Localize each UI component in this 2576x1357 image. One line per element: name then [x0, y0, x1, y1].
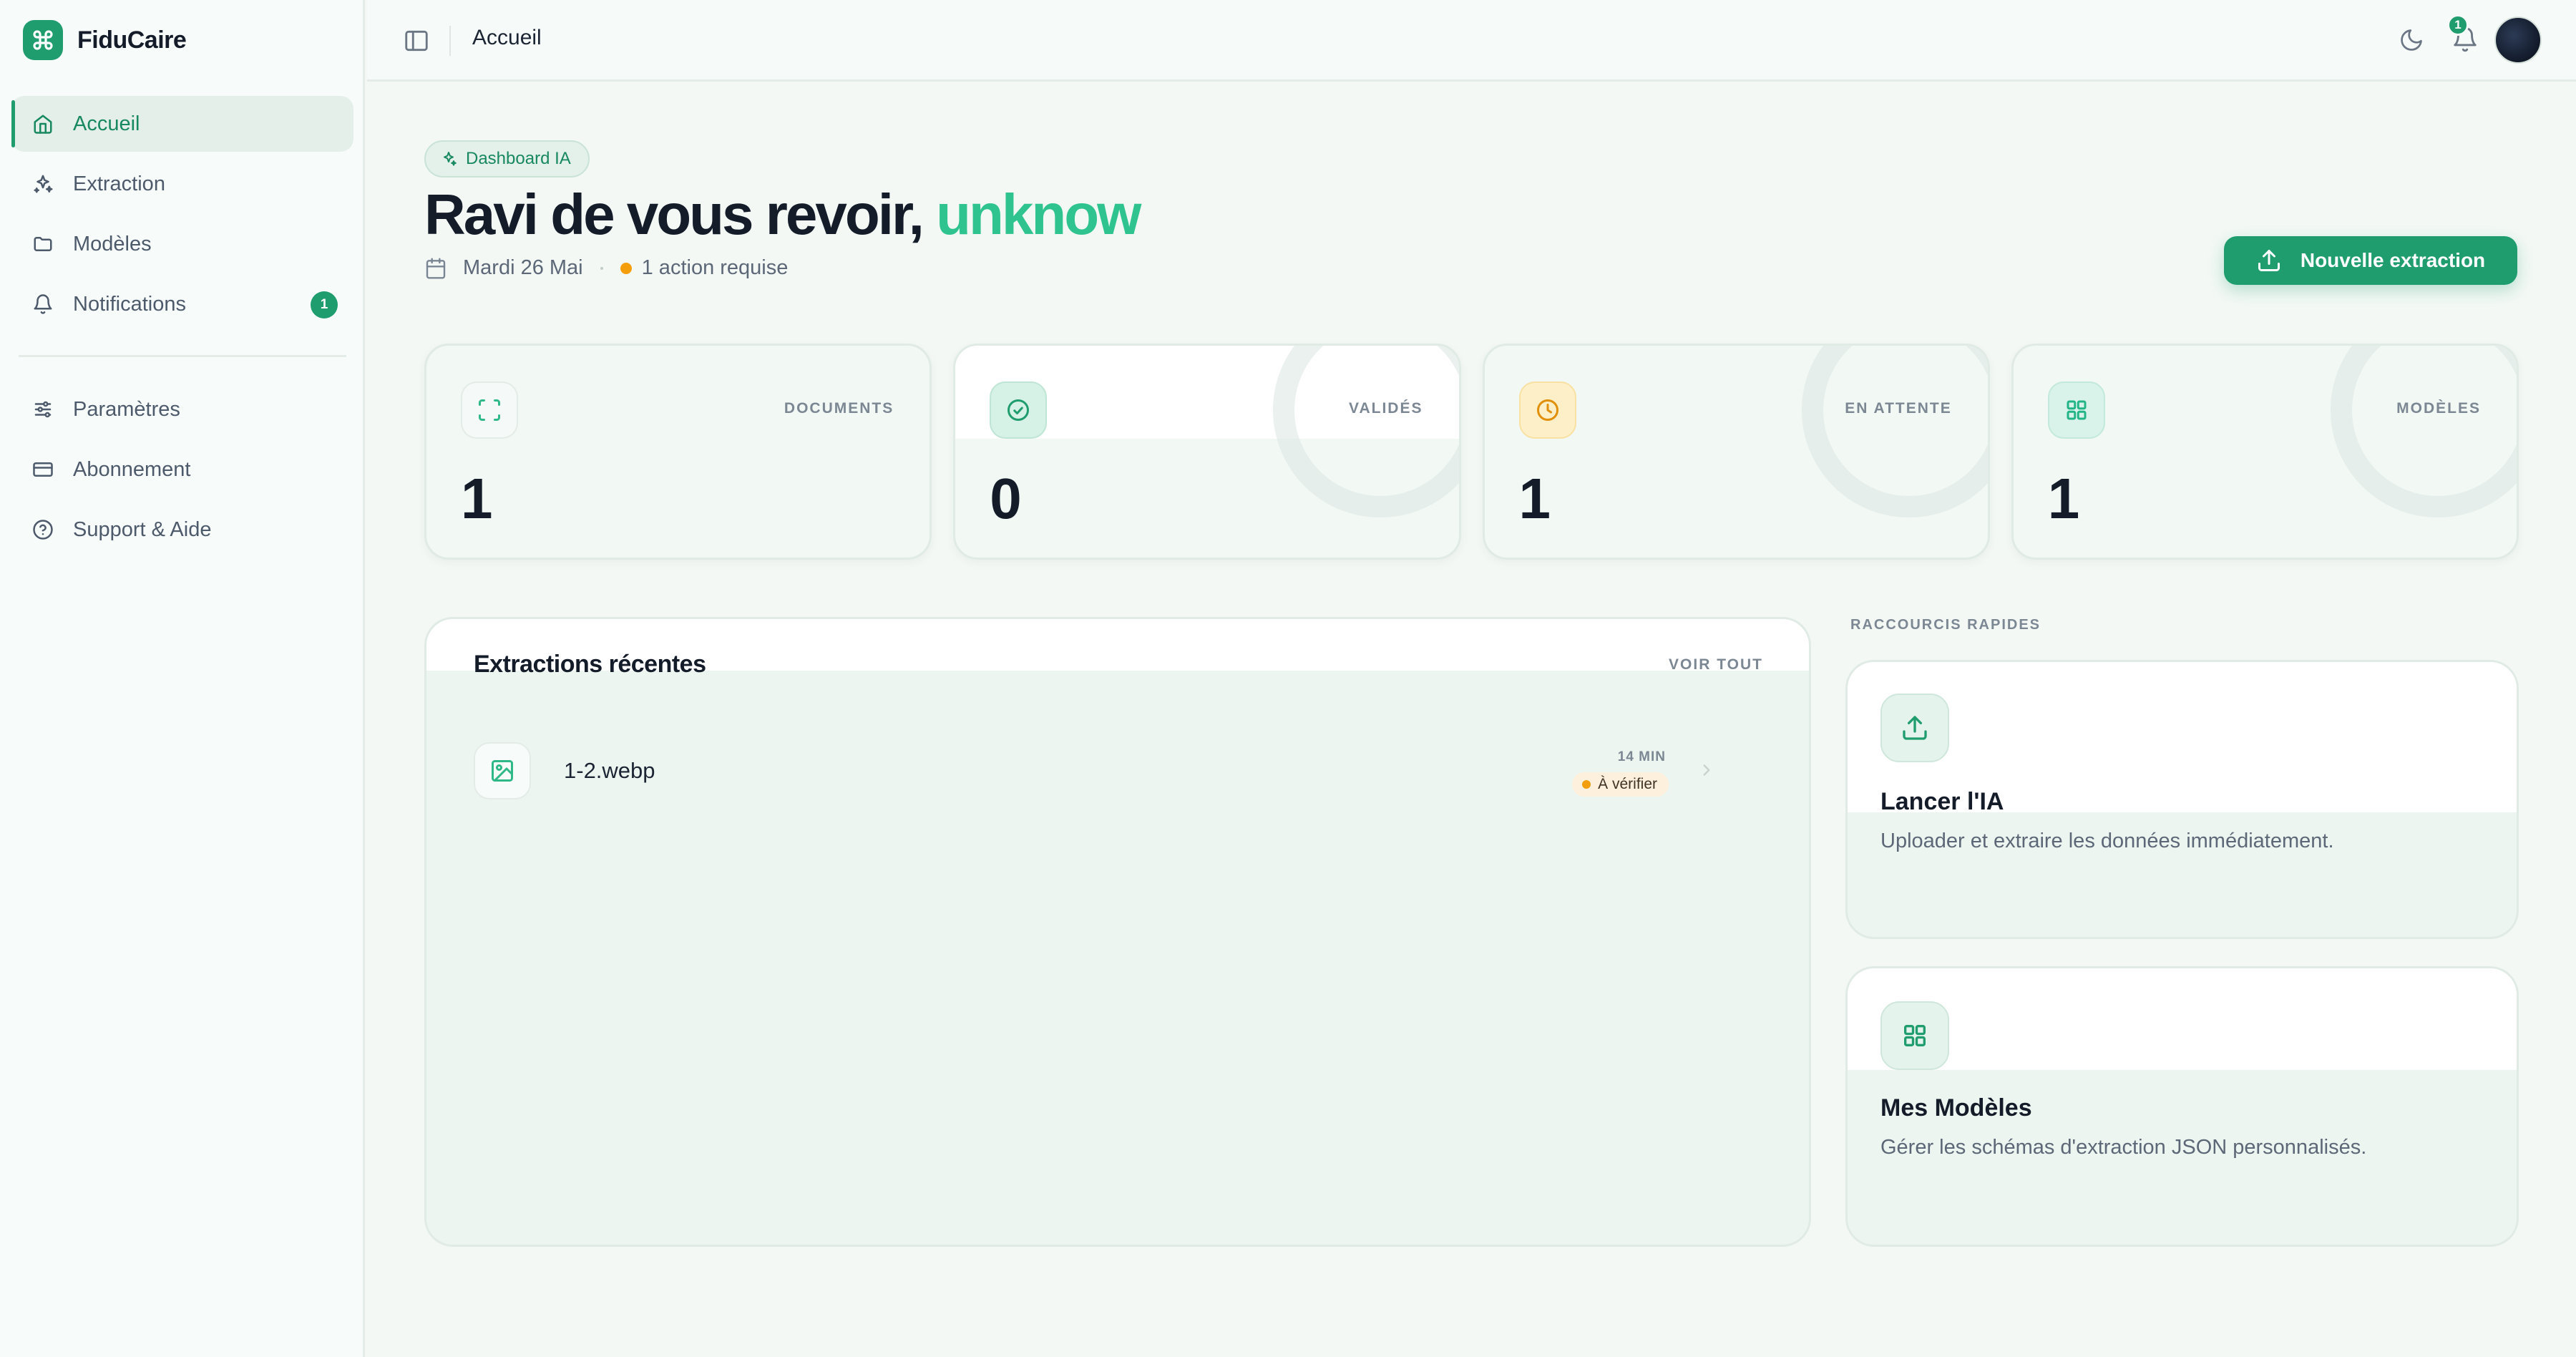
current-date: Mardi 26 Mai [463, 256, 583, 279]
see-all-link[interactable]: VOIR TOUT [1669, 656, 1763, 673]
pill-label: Dashboard IA [466, 149, 571, 168]
recent-extractions-title: Extractions récentes [474, 651, 706, 678]
stat-value: 1 [1518, 467, 1551, 530]
sidebar: FiduCaire Accueil Extraction Modèles Not… [0, 0, 365, 1357]
sidebar-nav: Accueil Extraction Modèles Notifications… [11, 96, 353, 562]
shortcut-title: Lancer l'IA [1880, 788, 2004, 815]
stat-card-valides[interactable]: VALIDÉS 0 [953, 344, 1461, 560]
new-extraction-button[interactable]: Nouvelle extraction [2224, 236, 2517, 285]
check-circle-icon [990, 381, 1048, 439]
action-required: 1 action requise [641, 256, 789, 279]
sliders-icon [31, 398, 54, 421]
avatar[interactable] [2494, 16, 2542, 64]
shortcut-card-launch-ai[interactable]: Lancer l'IA Uploader et extraire les don… [1845, 660, 2519, 939]
decorative-ring [1272, 346, 1459, 517]
notification-badge: 1 [2447, 14, 2469, 36]
greeting: Ravi de vous revoir, [424, 183, 924, 246]
stat-card-modeles[interactable]: MODÈLES 1 [2011, 344, 2519, 560]
chevron-right-icon [1697, 761, 1716, 779]
stat-label: VALIDÉS [1349, 400, 1423, 417]
folder-icon [31, 233, 54, 256]
sparkles-icon [440, 150, 457, 167]
sidebar-item-modeles[interactable]: Modèles [11, 216, 353, 272]
username: unknow [936, 183, 1141, 246]
shortcut-title: Mes Modèles [1880, 1094, 2032, 1122]
image-icon [474, 742, 531, 799]
stat-value: 1 [461, 467, 493, 530]
page-title: Ravi de vous revoir, unknow [424, 182, 1141, 248]
sidebar-item-label: Modèles [73, 232, 152, 256]
sparkles-icon [31, 172, 54, 195]
new-extraction-label: Nouvelle extraction [2300, 249, 2486, 271]
topbar: Accueil 1 [367, 0, 2576, 82]
clock-icon [1518, 381, 1576, 439]
notification-count-badge: 1 [311, 291, 338, 318]
upload-icon [2256, 248, 2282, 273]
stat-value: 1 [2047, 467, 2080, 530]
help-circle-icon [31, 518, 54, 541]
list-item[interactable]: 1-2.webp 14 MIN À vérifier [474, 736, 1763, 805]
hero-subline: Mardi 26 Mai 1 action requise [424, 256, 788, 280]
shortcut-description: Gérer les schémas d'extraction JSON pers… [1880, 1136, 2367, 1159]
sidebar-toggle-icon[interactable] [403, 27, 430, 54]
brand[interactable]: FiduCaire [23, 20, 187, 60]
stat-card-en-attente[interactable]: EN ATTENTE 1 [1482, 344, 1990, 560]
separator-dot [600, 266, 603, 270]
stat-value: 0 [990, 467, 1022, 530]
decorative-ring [2331, 346, 2517, 517]
timestamp: 14 MIN [1617, 749, 1666, 764]
sidebar-item-label: Accueil [73, 112, 140, 135]
status-badge: À vérifier [1572, 772, 1669, 797]
dashboard-pill: Dashboard IA [424, 140, 590, 177]
sidebar-item-abonnement[interactable]: Abonnement [11, 442, 353, 497]
stats-row: DOCUMENTS 1 VALIDÉS 0 EN ATTENTE 1 MODÈL… [424, 344, 2519, 560]
sidebar-item-support[interactable]: Support & Aide [11, 502, 353, 558]
quick-shortcuts-label: RACCOURCIS RAPIDES [1850, 617, 2041, 633]
sidebar-item-parametres[interactable]: Paramètres [11, 381, 353, 437]
upload-icon [1880, 694, 1949, 762]
sidebar-item-label: Support & Aide [73, 517, 212, 541]
sidebar-item-notifications[interactable]: Notifications 1 [11, 276, 353, 332]
brand-name: FiduCaire [77, 26, 187, 54]
topbar-divider [449, 26, 451, 56]
main-content: Dashboard IA Ravi de vous revoir, unknow… [367, 82, 2576, 1357]
calendar-icon [424, 257, 447, 280]
status-label: À vérifier [1598, 776, 1657, 792]
scan-icon [461, 381, 518, 439]
sidebar-item-label: Notifications [73, 292, 186, 316]
stat-label: MODÈLES [2396, 400, 2481, 417]
status-dot [620, 262, 632, 274]
sidebar-item-label: Abonnement [73, 457, 191, 481]
stat-label: DOCUMENTS [784, 400, 894, 417]
file-name: 1-2.webp [564, 758, 655, 783]
sidebar-item-label: Extraction [73, 172, 165, 195]
moon-icon[interactable] [2399, 27, 2424, 53]
credit-card-icon [31, 458, 54, 481]
shortcut-description: Uploader et extraire les données immédia… [1880, 830, 2334, 852]
command-icon [23, 20, 63, 60]
sidebar-divider [19, 355, 346, 357]
breadcrumb: Accueil [472, 26, 542, 49]
sidebar-item-accueil[interactable]: Accueil [11, 96, 353, 152]
home-icon [31, 112, 54, 135]
stat-card-documents[interactable]: DOCUMENTS 1 [424, 344, 932, 560]
status-dot [1582, 780, 1591, 789]
recent-extractions-panel: Extractions récentes VOIR TOUT 1-2.webp … [424, 617, 1811, 1247]
shortcut-card-my-models[interactable]: Mes Modèles Gérer les schémas d'extracti… [1845, 966, 2519, 1247]
stat-label: EN ATTENTE [1845, 400, 1952, 417]
sidebar-item-extraction[interactable]: Extraction [11, 156, 353, 212]
decorative-ring [1801, 346, 1988, 517]
grid-icon [1880, 1001, 1949, 1070]
sidebar-item-label: Paramètres [73, 397, 180, 421]
grid-icon [2047, 381, 2105, 439]
bell-icon [31, 293, 54, 316]
